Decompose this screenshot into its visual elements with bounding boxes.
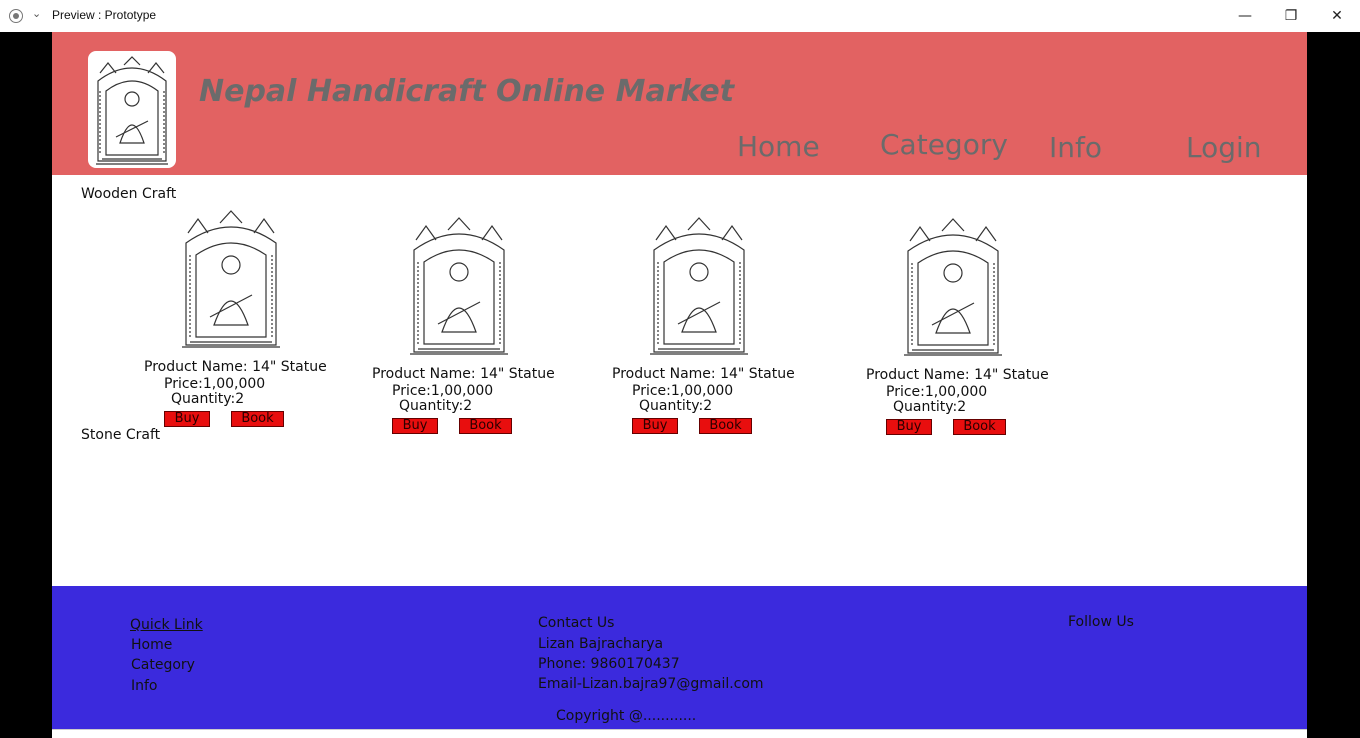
- book-button[interactable]: Book: [231, 411, 284, 427]
- product-price: Price:1,00,000: [632, 383, 734, 399]
- book-button[interactable]: Book: [953, 419, 1006, 435]
- product-name: Product Name: 14" Statue: [372, 366, 555, 382]
- quick-link-heading[interactable]: Quick Link: [130, 617, 203, 633]
- product-name: Product Name: 14" Statue: [866, 367, 1049, 383]
- contact-email: Email-Lizan.bajra97@gmail.com: [538, 676, 764, 692]
- statue-image: [650, 217, 748, 355]
- product-quantity: Quantity:2: [639, 398, 713, 414]
- copyright: Copyright @............: [556, 708, 697, 724]
- section-stone-craft: Stone Craft: [81, 427, 161, 443]
- product-card: Product Name: 14" Statue Price:1,00,000 …: [144, 207, 364, 437]
- product-card: Product Name: 14" Statue Price:1,00,000 …: [866, 215, 1086, 445]
- buy-button[interactable]: Buy: [632, 418, 678, 434]
- product-price: Price:1,00,000: [164, 376, 266, 392]
- product-name: Product Name: 14" Statue: [144, 359, 327, 375]
- book-button[interactable]: Book: [459, 418, 512, 434]
- section-wooden-craft: Wooden Craft: [81, 186, 177, 202]
- product-price: Price:1,00,000: [392, 383, 494, 399]
- buy-button[interactable]: Buy: [164, 411, 210, 427]
- contact-heading: Contact Us: [538, 615, 615, 631]
- product-price: Price:1,00,000: [886, 384, 988, 400]
- statue-image: [182, 210, 280, 348]
- product-quantity: Quantity:2: [893, 399, 967, 415]
- footer-link-category[interactable]: Category: [131, 657, 195, 673]
- follow-us-heading: Follow Us: [1068, 614, 1134, 630]
- site-footer: Quick Link Home Category Info Contact Us…: [52, 586, 1307, 729]
- product-name: Product Name: 14" Statue: [612, 366, 795, 382]
- app-window: Nepal Handicraft Online Market Home Cate…: [52, 32, 1307, 738]
- buy-button[interactable]: Buy: [886, 419, 932, 435]
- close-button[interactable]: ✕: [1314, 0, 1360, 32]
- nav-category[interactable]: Category: [880, 128, 1008, 161]
- footer-link-info[interactable]: Info: [131, 678, 158, 694]
- window-title: Preview : Prototype: [52, 8, 157, 22]
- book-button[interactable]: Book: [699, 418, 752, 434]
- nav-login[interactable]: Login: [1186, 131, 1262, 164]
- product-card: Product Name: 14" Statue Price:1,00,000 …: [612, 214, 832, 444]
- contact-phone: Phone: 9860170437: [538, 656, 680, 672]
- product-quantity: Quantity:2: [171, 391, 245, 407]
- bottom-divider: [52, 729, 1307, 738]
- app-icon: [9, 9, 23, 23]
- product-quantity: Quantity:2: [399, 398, 473, 414]
- maximize-button[interactable]: ❐: [1268, 0, 1314, 32]
- window-titlebar: ⌄ Preview : Prototype — ❐ ✕: [0, 0, 1360, 32]
- buy-button[interactable]: Buy: [392, 418, 438, 434]
- statue-image: [904, 218, 1002, 356]
- footer-link-home[interactable]: Home: [131, 637, 172, 653]
- nav-home[interactable]: Home: [737, 130, 820, 163]
- site-header: Nepal Handicraft Online Market Home Cate…: [52, 32, 1307, 175]
- contact-name: Lizan Bajracharya: [538, 636, 664, 652]
- chevron-down-icon[interactable]: ⌄: [32, 7, 41, 20]
- product-card: Product Name: 14" Statue Price:1,00,000 …: [372, 214, 592, 444]
- statue-image: [410, 217, 508, 355]
- statue-logo: [88, 51, 176, 168]
- site-title: Nepal Handicraft Online Market: [199, 74, 735, 109]
- nav-info[interactable]: Info: [1049, 131, 1102, 164]
- minimize-button[interactable]: —: [1222, 0, 1268, 32]
